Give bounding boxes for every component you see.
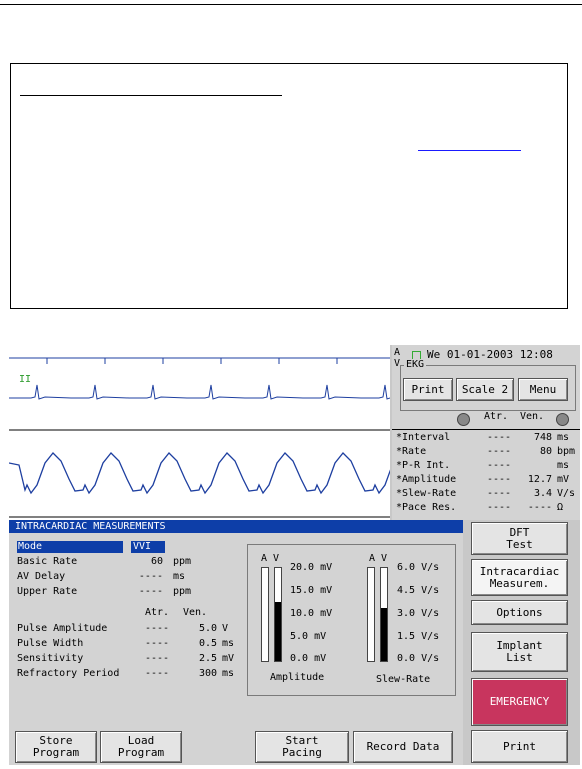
datetime-text: We 01-01-2003 12:08: [427, 348, 553, 361]
side-button-column: DFT Test Intracardiac Measurem. Options …: [463, 520, 580, 765]
amp-tick: 20.0 mV: [290, 562, 333, 573]
print-button[interactable]: Print: [471, 730, 568, 763]
intracardiac-measurem-button[interactable]: Intracardiac Measurem.: [471, 559, 568, 596]
ekg-print-button[interactable]: Print: [403, 378, 453, 401]
slew-tick: 3.0 V/s: [397, 608, 440, 619]
top-rule: [0, 4, 582, 5]
slew-tick: 6.0 V/s: [397, 562, 440, 573]
underline: [20, 95, 282, 96]
slew-tick: 4.5 V/s: [397, 585, 440, 596]
programmer-screen: II A V We 01-01-2003 12:08 EKG Print Sca…: [9, 345, 580, 765]
load-program-button[interactable]: Load Program: [100, 731, 182, 763]
ekg-info-panel: A V We 01-01-2003 12:08 EKG Print Scale …: [392, 345, 580, 520]
amp-ven-bar: [274, 567, 282, 662]
options-button[interactable]: Options: [471, 600, 568, 625]
slew-ven-fill: [381, 608, 387, 661]
record-data-button[interactable]: Record Data: [353, 731, 453, 763]
amp-ven-fill: [275, 602, 281, 661]
panel-title: INTRACARDIAC MEASUREMENTS: [9, 520, 463, 533]
link-underline[interactable]: [418, 150, 521, 151]
amp-gauge-label: Amplitude: [270, 672, 325, 683]
slew-tick: 1.5 V/s: [397, 631, 440, 642]
date-time: We 01-01-2003 12:08: [412, 348, 553, 361]
amp-tick: 10.0 mV: [290, 608, 333, 619]
amp-tick: 0.0 mV: [290, 653, 327, 664]
bottom-bar: Store Program Load Program Start Pacing …: [9, 725, 463, 765]
amp-tick: 5.0 mV: [290, 631, 327, 642]
scale-button[interactable]: Scale 2: [456, 378, 514, 401]
dft-test-button[interactable]: DFT Test: [471, 522, 568, 555]
slew-gauge-head: A V: [369, 553, 388, 564]
implant-list-button[interactable]: Implant List: [471, 632, 568, 672]
slew-tick: 0.0 V/s: [397, 653, 440, 664]
ventricular-indicator-icon: [556, 413, 569, 426]
col-ven: Ven.: [520, 411, 545, 422]
emergency-button[interactable]: EMERGENCY: [471, 678, 568, 726]
ekg-waveform: II: [9, 357, 390, 518]
ekg-label: EKG: [404, 359, 427, 370]
store-program-button[interactable]: Store Program: [15, 731, 97, 763]
slew-atr-bar: [367, 567, 375, 662]
blank-text-box: [10, 63, 568, 309]
atrial-indicator-icon: [457, 413, 470, 426]
amp-gauge-head: A V: [261, 553, 280, 564]
menu-button[interactable]: Menu: [518, 378, 568, 401]
col-atr: Atr.: [484, 411, 509, 422]
gauge-box: A V 20.0 mV 15.0 mV 10.0 mV 5.0 mV 0.0 m…: [247, 544, 456, 696]
ekg-waveform-area: II: [9, 345, 390, 520]
lead-marker: II: [19, 374, 31, 385]
slew-ven-bar: [380, 567, 388, 662]
start-pacing-button[interactable]: Start Pacing: [255, 731, 349, 763]
amp-atr-bar: [261, 567, 269, 662]
intracardiac-panel: INTRACARDIAC MEASUREMENTS Mode VVI Basic…: [9, 520, 463, 725]
amp-tick: 15.0 mV: [290, 585, 333, 596]
divider: [392, 429, 580, 430]
slew-gauge-label: Slew-Rate: [376, 674, 431, 685]
